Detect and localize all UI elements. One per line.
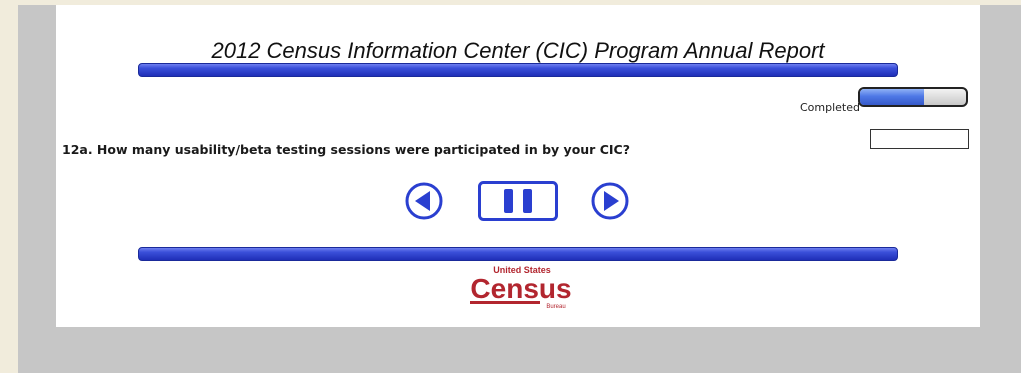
pause-button[interactable]: [478, 181, 558, 225]
logo-line3: Bureau: [546, 304, 565, 310]
question-text: 12a. How many usability/beta testing ses…: [62, 142, 630, 157]
arrow-right-circle-icon: [591, 182, 629, 220]
previous-button[interactable]: [404, 181, 444, 225]
logo-line2: Census: [470, 273, 571, 304]
progress-fill: [860, 89, 924, 105]
progress-label: Completed: [800, 101, 860, 114]
pause-icon: [478, 181, 558, 221]
answer-input[interactable]: [870, 129, 969, 149]
survey-panel: 2012 Census Information Center (CIC) Pro…: [56, 5, 980, 327]
progress-bar: [858, 87, 968, 107]
page-title: 2012 Census Information Center (CIC) Pro…: [211, 38, 825, 63]
arrow-left-circle-icon: [405, 182, 443, 220]
bottom-divider-bar: [138, 247, 898, 261]
next-button[interactable]: [590, 181, 630, 225]
census-bureau-logo: United States Census Bureau: [464, 263, 574, 313]
top-divider-bar: [138, 63, 898, 77]
